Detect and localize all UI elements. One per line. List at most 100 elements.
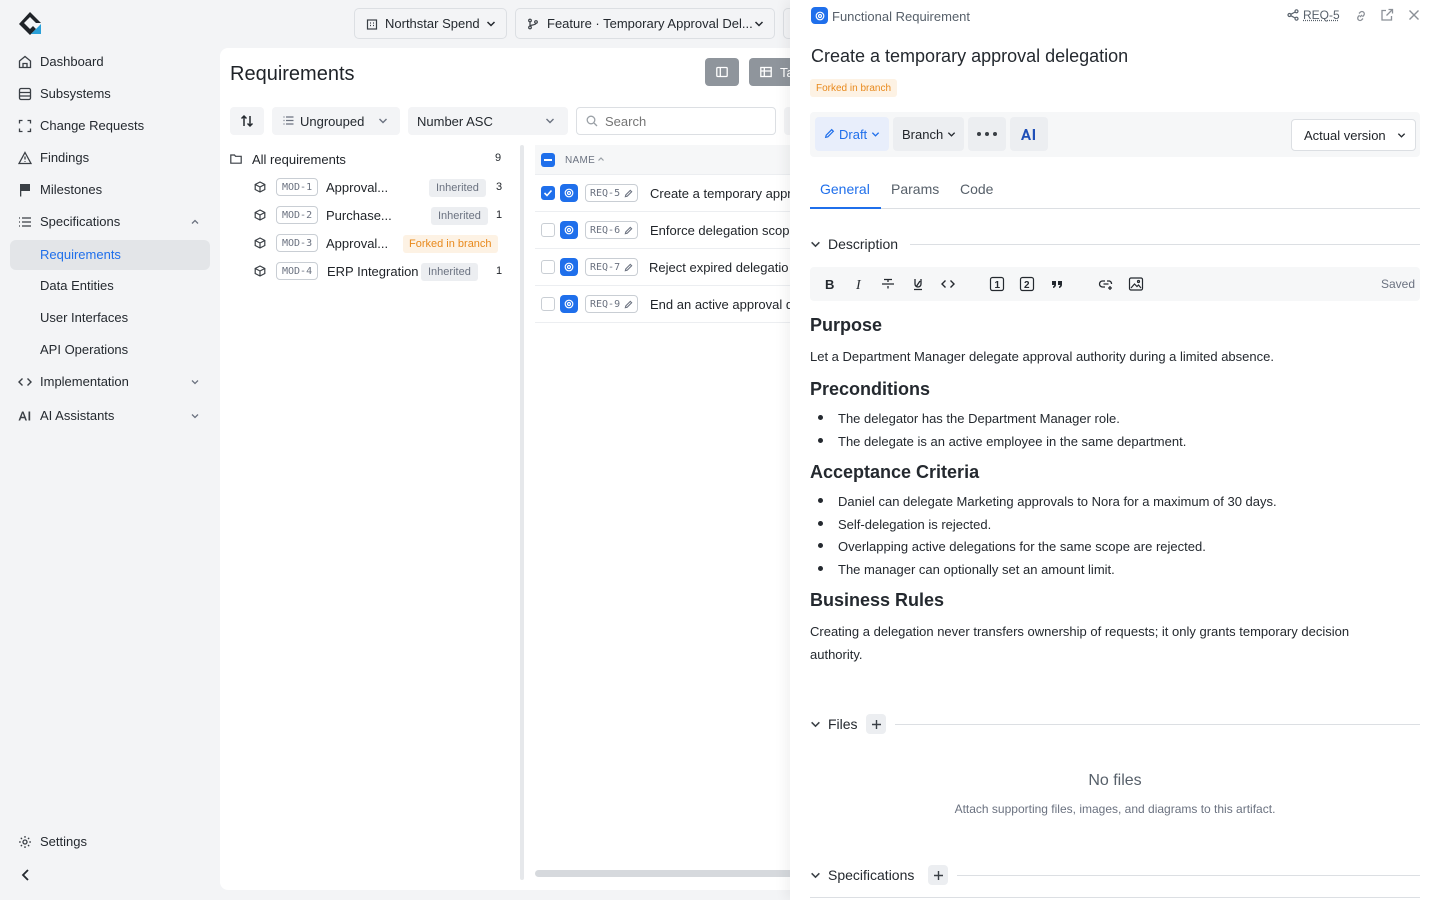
panel-resizer[interactable]	[520, 145, 524, 880]
ai-icon: AI	[1021, 129, 1037, 140]
sort-order-button[interactable]	[230, 107, 264, 135]
module-code: MOD-4	[276, 262, 319, 280]
sidebar-item-ai-assistants[interactable]: AI Assistants	[10, 401, 210, 431]
building-icon	[366, 18, 378, 30]
italic-icon[interactable]: I	[851, 276, 867, 292]
branch-dropdown[interactable]: Branch	[893, 117, 964, 151]
bullet-dot	[818, 566, 823, 571]
req-code: REQ-9	[590, 298, 621, 310]
sidebar-item-milestones[interactable]: Milestones	[10, 175, 210, 205]
open-external-icon[interactable]	[1380, 8, 1394, 26]
tree-module-item[interactable]: MOD-4 ERP Integration Inherited 1	[230, 257, 510, 285]
sidebar-item-label: Findings	[40, 150, 90, 165]
split-view-button[interactable]	[705, 58, 739, 86]
underline-icon[interactable]	[910, 276, 926, 292]
heading-1-icon[interactable]: 1	[989, 276, 1005, 292]
plus-icon	[933, 870, 943, 880]
specifications-section-toggle[interactable]: Specifications	[810, 865, 914, 885]
app-logo[interactable]	[16, 10, 44, 38]
gear-icon	[18, 835, 32, 849]
description-section-toggle[interactable]: Description	[810, 234, 898, 254]
specifications-label: Specifications	[828, 867, 915, 883]
row-checkbox[interactable]	[541, 260, 555, 274]
bullet-dot	[818, 438, 823, 443]
row-checkbox[interactable]	[541, 186, 555, 200]
status-dropdown[interactable]: Draft	[815, 117, 889, 151]
sidebar-layout-icon	[716, 66, 728, 78]
quote-icon[interactable]	[1049, 276, 1065, 292]
sidebar-item-api-operations[interactable]: API Operations	[10, 335, 210, 365]
tab-label: Code	[960, 181, 994, 197]
sidebar-item-label: Specifications	[40, 214, 121, 229]
tab-general[interactable]: General	[810, 172, 881, 209]
workspace-select[interactable]: Northstar Spend	[354, 8, 507, 39]
sidebar-item-dashboard[interactable]: Dashboard	[10, 47, 210, 77]
tree-module-item[interactable]: MOD-1 Approval... Inherited 3	[230, 173, 510, 201]
horizontal-scrollbar[interactable]	[535, 870, 795, 877]
add-specification-button[interactable]	[928, 865, 948, 885]
more-actions-button[interactable]	[968, 117, 1006, 151]
group-by-select[interactable]: Ungrouped	[272, 107, 400, 135]
sidebar-item-specifications[interactable]: Specifications	[10, 207, 210, 237]
requirement-ref[interactable]: REQ-5	[1303, 8, 1340, 22]
warning-icon	[18, 151, 32, 165]
list-item: The manager can optionally set an amount…	[838, 562, 1115, 577]
share-icon[interactable]	[1287, 9, 1299, 27]
module-code: MOD-3	[276, 234, 319, 252]
insert-image-icon[interactable]	[1128, 276, 1144, 292]
tree-module-item[interactable]: MOD-2 Purchase... Inherited 1	[230, 201, 510, 229]
tree-module-item[interactable]: MOD-3 Approval... Forked in branch	[230, 229, 510, 257]
tree-root-all-requirements[interactable]: All requirements 9	[230, 145, 510, 173]
bullet-dot	[818, 521, 823, 526]
branch-name: Feature · Temporary Approval Del...	[547, 16, 753, 31]
add-file-button[interactable]	[866, 714, 886, 734]
sidebar-item-requirements[interactable]: Requirements	[10, 240, 210, 270]
chevron-down-icon	[811, 721, 820, 727]
table-row[interactable]: REQ-5 Create a temporary appro	[535, 175, 799, 212]
chevron-down-icon	[811, 872, 820, 878]
sidebar-item-change-requests[interactable]: Change Requests	[10, 111, 210, 141]
table-row[interactable]: REQ-6 Enforce delegation scope	[535, 212, 797, 249]
sort-by-select[interactable]: Number ASC	[408, 107, 568, 135]
collapse-sidebar-button[interactable]	[18, 867, 34, 883]
strikethrough-icon[interactable]	[880, 276, 896, 292]
svg-text:2: 2	[1024, 280, 1030, 291]
select-all-checkbox[interactable]	[541, 153, 555, 167]
tab-params[interactable]: Params	[882, 172, 948, 209]
row-checkbox[interactable]	[541, 297, 555, 311]
sidebar-item-label: Data Entities	[40, 278, 114, 293]
ai-assistant-button[interactable]: AI	[1010, 117, 1048, 151]
requirement-icon	[560, 295, 578, 313]
table-row[interactable]: REQ-9 End an active approval de	[535, 286, 800, 323]
branch-select[interactable]: Feature · Temporary Approval Del...	[515, 8, 775, 39]
search-box[interactable]	[576, 107, 776, 135]
close-icon[interactable]	[1407, 8, 1421, 26]
heading-2-icon[interactable]: 2	[1019, 276, 1035, 292]
insert-link-icon[interactable]	[1098, 276, 1114, 292]
files-section-toggle[interactable]: Files	[810, 714, 858, 734]
sidebar-item-settings[interactable]: Settings	[10, 827, 210, 857]
sidebar-item-findings[interactable]: Findings	[10, 143, 210, 173]
tab-code[interactable]: Code	[951, 172, 1011, 209]
sidebar-item-user-interfaces[interactable]: User Interfaces	[10, 303, 210, 333]
row-checkbox[interactable]	[541, 223, 555, 237]
sidebar-item-label: Settings	[40, 834, 87, 849]
page-title: Requirements	[230, 63, 355, 85]
svg-text:1: 1	[995, 280, 1001, 291]
requirement-title[interactable]: Create a temporary approval delegation	[811, 45, 1128, 67]
folder-icon	[230, 153, 242, 165]
sidebar-item-implementation[interactable]: Implementation	[10, 367, 210, 397]
content-heading-purpose: Purpose	[810, 315, 883, 335]
column-header-name[interactable]: NAME	[565, 155, 595, 166]
sidebar-item-data-entities[interactable]: Data Entities	[10, 271, 210, 301]
requirement-icon	[560, 221, 578, 239]
version-select[interactable]: Actual version	[1291, 119, 1416, 151]
bullet-dot	[818, 543, 823, 548]
search-input[interactable]	[605, 113, 765, 129]
code-icon[interactable]	[940, 276, 956, 292]
dashboard-icon	[18, 55, 32, 69]
link-icon[interactable]	[1354, 9, 1368, 27]
bold-icon[interactable]: B	[821, 276, 837, 292]
sidebar-item-subsystems[interactable]: Subsystems	[10, 79, 210, 109]
table-row[interactable]: REQ-7 Reject expired delegatio	[535, 249, 795, 286]
